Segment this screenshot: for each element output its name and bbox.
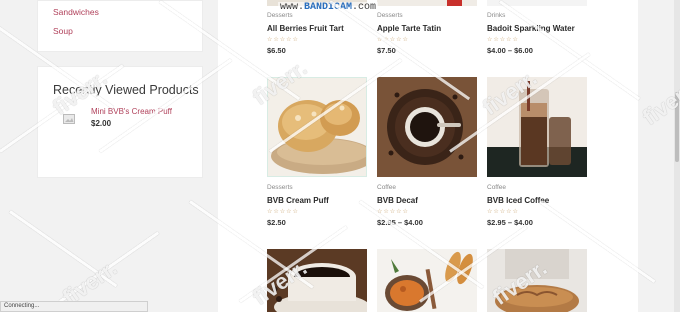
recent-product-item[interactable]: Mini BVB's Cream Puff $2.00 [53,107,202,135]
recording-prefix: www. [280,2,305,13]
product-rating: ☆☆☆☆☆ [487,37,519,43]
category-link-sandwiches[interactable]: Sandwiches [53,3,202,22]
product-price: $7.50 [377,46,396,55]
product-image[interactable] [377,0,477,6]
recent-product-price: $2.00 [91,119,112,128]
product-card[interactable]: Coffee BVB Iced Coffee ☆☆☆☆☆ $2.95 – $4.… [487,77,587,227]
product-grid: Desserts All Berries Fruit Tart ☆☆☆☆☆ $6… [218,0,638,312]
product-image-bread[interactable] [487,249,587,312]
recording-brand: BANDICAM [304,2,353,13]
product-image-cream-puff[interactable] [267,77,367,177]
product-name[interactable]: BVB Iced Coffee [487,196,587,205]
recently-viewed-widget: Recently Viewed Products Mini BVB's Crea… [37,66,203,178]
product-price: $6.50 [267,46,286,55]
recently-viewed-title: Recently Viewed Products [53,83,199,97]
product-name[interactable]: All Berries Fruit Tart [267,24,367,33]
product-card[interactable]: Coffee BVB Decaf ☆☆☆☆☆ $2.95 – $4.00 [377,77,477,227]
product-price: $2.95 – $4.00 [487,218,533,227]
category-link-soup[interactable]: Soup [53,22,202,41]
product-category[interactable]: Drinks [487,12,587,19]
product-rating: ☆☆☆☆☆ [377,37,409,43]
page: Sandwiches Soup Recently Viewed Products… [0,0,680,312]
product-name[interactable]: BVB Decaf [377,196,477,205]
product-card[interactable]: Desserts Apple Tarte Tatin ☆☆☆☆☆ $7.50 [377,0,477,55]
categories-widget: Sandwiches Soup [37,0,203,52]
product-image-iced-coffee[interactable] [487,77,587,177]
product-price: $4.00 – $6.00 [487,46,533,55]
product-category[interactable]: Coffee [487,184,587,191]
browser-status-bar: Connecting... [0,301,148,312]
product-category[interactable]: Desserts [267,184,367,191]
recording-watermark: www.BANDICAM.com [278,2,379,13]
product-card[interactable]: Drinks Badoit Sparkling Water ☆☆☆☆☆ $4.0… [487,0,587,55]
product-rating: ☆☆☆☆☆ [487,209,519,215]
product-price: $2.95 – $4.00 [377,218,423,227]
product-card[interactable]: Desserts BVB Cream Puff ☆☆☆☆☆ $2.50 [267,77,367,227]
recording-suffix: .com [352,2,377,13]
product-image-decaf[interactable] [377,77,477,177]
product-image-espresso[interactable] [267,249,367,312]
recent-product-name[interactable]: Mini BVB's Cream Puff [91,107,172,116]
product-category[interactable]: Desserts [377,12,477,19]
product-name[interactable]: Badoit Sparkling Water [487,24,587,33]
product-card[interactable] [377,249,477,312]
product-rating: ☆☆☆☆☆ [377,209,409,215]
product-card[interactable] [487,249,587,312]
product-category[interactable]: Desserts [267,12,367,19]
image-placeholder-icon [63,114,75,124]
product-price: $2.50 [267,218,286,227]
product-name[interactable]: Apple Tarte Tatin [377,24,477,33]
scrollbar-thumb[interactable] [675,92,679,162]
product-rating: ☆☆☆☆☆ [267,209,299,215]
product-card[interactable] [267,249,367,312]
product-image[interactable] [487,0,587,6]
product-category[interactable]: Coffee [377,184,477,191]
product-rating: ☆☆☆☆☆ [267,37,299,43]
product-image-soup[interactable] [377,249,477,312]
product-name[interactable]: BVB Cream Puff [267,196,367,205]
